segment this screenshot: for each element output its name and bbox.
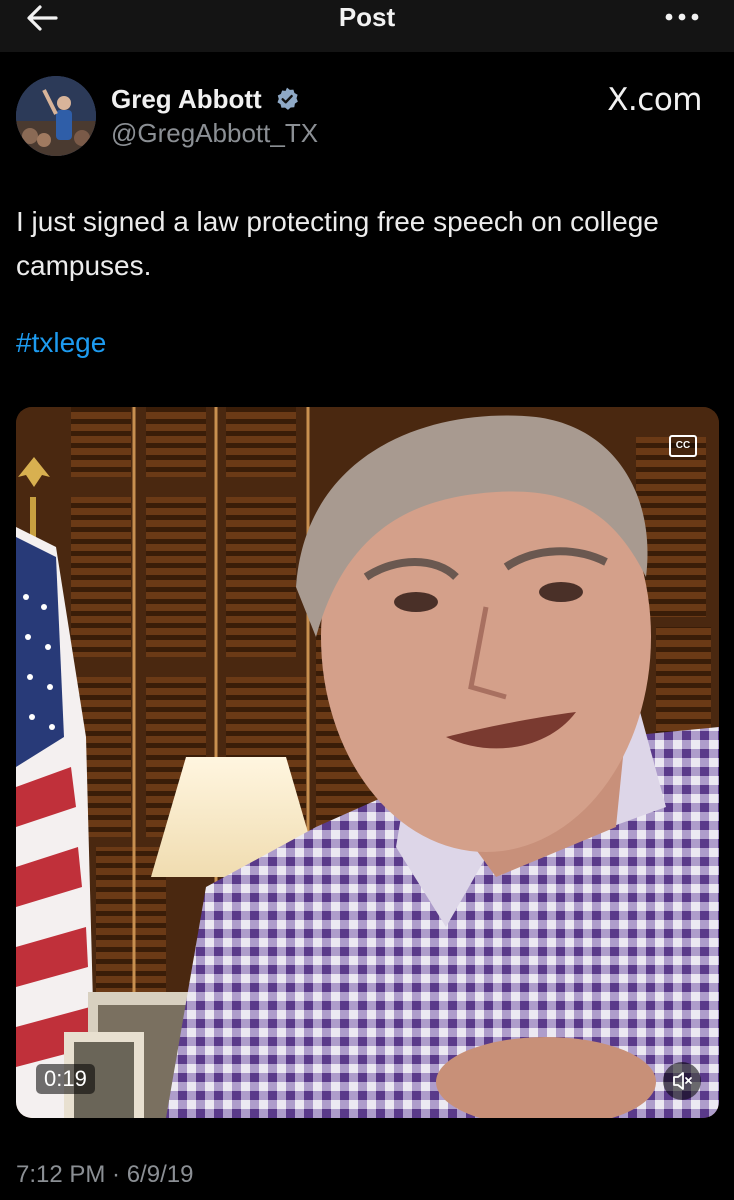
video-player[interactable]: CC 0:19 xyxy=(16,407,719,1118)
volume-muted-icon xyxy=(673,1072,692,1090)
more-options-button[interactable] xyxy=(662,2,702,32)
author-handle[interactable]: @GregAbbott_TX xyxy=(111,118,318,149)
page-title: Post xyxy=(338,2,396,32)
top-bar: Post xyxy=(0,0,734,52)
more-horizontal-icon xyxy=(665,13,699,21)
video-frame xyxy=(16,407,719,1118)
closed-captions-button[interactable]: CC xyxy=(669,435,697,457)
video-duration: 0:19 xyxy=(36,1064,95,1094)
post-timestamp: 7:12 PM · 6/9/19 xyxy=(16,1161,194,1188)
avatar[interactable] xyxy=(16,76,96,156)
mute-button[interactable] xyxy=(663,1062,701,1100)
author-name[interactable]: Greg Abbott xyxy=(111,84,262,115)
source-label: X.com xyxy=(607,82,702,118)
tweet-text: I just signed a law protecting free spee… xyxy=(16,206,659,281)
hashtag-link[interactable]: #txlege xyxy=(16,327,106,359)
verified-badge-icon xyxy=(277,87,298,110)
